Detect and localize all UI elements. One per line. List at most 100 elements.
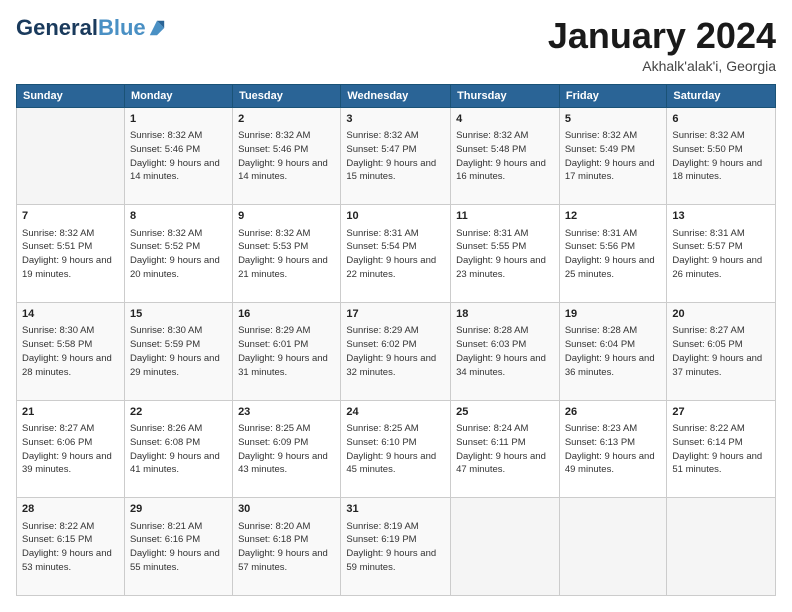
cell-content: Sunrise: 8:32 AMSunset: 5:49 PMDaylight:…	[565, 129, 662, 184]
calendar-cell: 19Sunrise: 8:28 AMSunset: 6:04 PMDayligh…	[559, 302, 667, 400]
day-number: 17	[346, 307, 445, 322]
column-header-saturday: Saturday	[667, 84, 776, 107]
calendar-cell: 31 Sunrise: 8:19 AMSunset: 6:19 PMDayligh…	[341, 498, 451, 596]
calendar-cell: 14Sunrise: 8:30 AMSunset: 5:58 PMDayligh…	[17, 302, 125, 400]
day-number: 12	[565, 209, 662, 224]
cell-content: Sunrise: 8:32 AMSunset: 5:51 PMDaylight:…	[22, 227, 119, 282]
calendar-cell: 18 Sunrise: 8:28 AMSunset: 6:03 PMDayligh…	[451, 302, 560, 400]
calendar-cell: 7Sunrise: 8:32 AMSunset: 5:51 PMDaylight…	[17, 205, 125, 303]
day-number: 31	[346, 502, 445, 517]
day-number: 21	[22, 405, 119, 420]
cell-content: Sunrise: 8:25 AMSunset: 6:10 PMDaylight:…	[346, 422, 445, 477]
cell-content: Sunrise: 8:25 AMSunset: 6:09 PMDaylight:…	[238, 422, 335, 477]
day-number: 20	[672, 307, 770, 322]
cell-content: Sunrise: 8:19 AMSunset: 6:19 PMDaylight:…	[346, 520, 445, 575]
cell-content: Sunrise: 8:28 AMSunset: 6:03 PMDaylight:…	[456, 324, 554, 379]
calendar-cell: 11 Sunrise: 8:31 AMSunset: 5:55 PMDayligh…	[451, 205, 560, 303]
week-row-2: 7Sunrise: 8:32 AMSunset: 5:51 PMDaylight…	[17, 205, 776, 303]
calendar-cell: 2Sunrise: 8:32 AMSunset: 5:46 PMDaylight…	[233, 107, 341, 205]
day-number: 5	[565, 112, 662, 127]
calendar-cell: 17 Sunrise: 8:29 AMSunset: 6:02 PMDayligh…	[341, 302, 451, 400]
cell-content: Sunrise: 8:31 AMSunset: 5:54 PMDaylight:…	[346, 227, 445, 282]
cell-content: Sunrise: 8:29 AMSunset: 6:02 PMDaylight:…	[346, 324, 445, 379]
column-header-monday: Monday	[124, 84, 232, 107]
day-number: 27	[672, 405, 770, 420]
cell-content: Sunrise: 8:28 AMSunset: 6:04 PMDaylight:…	[565, 324, 662, 379]
calendar-table: SundayMondayTuesdayWednesdayThursdayFrid…	[16, 84, 776, 596]
column-header-thursday: Thursday	[451, 84, 560, 107]
calendar-cell: 8Sunrise: 8:32 AMSunset: 5:52 PMDaylight…	[124, 205, 232, 303]
calendar-header-row: SundayMondayTuesdayWednesdayThursdayFrid…	[17, 84, 776, 107]
column-header-friday: Friday	[559, 84, 667, 107]
day-number: 11	[456, 209, 554, 224]
cell-content: Sunrise: 8:32 AMSunset: 5:52 PMDaylight:…	[130, 227, 227, 282]
day-number: 3	[346, 112, 445, 127]
calendar-cell: 16 Sunrise: 8:29 AMSunset: 6:01 PMDayligh…	[233, 302, 341, 400]
calendar-cell: 29Sunrise: 8:21 AMSunset: 6:16 PMDayligh…	[124, 498, 232, 596]
calendar-cell: 12 Sunrise: 8:31 AMSunset: 5:56 PMDayligh…	[559, 205, 667, 303]
cell-content: Sunrise: 8:27 AMSunset: 6:06 PMDaylight:…	[22, 422, 119, 477]
day-number: 18	[456, 307, 554, 322]
day-number: 24	[346, 405, 445, 420]
cell-content: Sunrise: 8:32 AMSunset: 5:48 PMDaylight:…	[456, 129, 554, 184]
cell-content: Sunrise: 8:31 AMSunset: 5:55 PMDaylight:…	[456, 227, 554, 282]
day-number: 4	[456, 112, 554, 127]
column-header-tuesday: Tuesday	[233, 84, 341, 107]
day-number: 13	[672, 209, 770, 224]
cell-content: Sunrise: 8:32 AMSunset: 5:46 PMDaylight:…	[130, 129, 227, 184]
day-number: 23	[238, 405, 335, 420]
cell-content: Sunrise: 8:32 AMSunset: 5:46 PMDaylight:…	[238, 129, 335, 184]
cell-content: Sunrise: 8:29 AMSunset: 6:01 PMDaylight:…	[238, 324, 335, 379]
day-number: 6	[672, 112, 770, 127]
calendar-cell	[17, 107, 125, 205]
cell-content: Sunrise: 8:32 AMSunset: 5:47 PMDaylight:…	[346, 129, 445, 184]
calendar-body: 1 Sunrise: 8:32 AMSunset: 5:46 PMDaylight…	[17, 107, 776, 595]
calendar-cell: 30 Sunrise: 8:20 AMSunset: 6:18 PMDayligh…	[233, 498, 341, 596]
day-number: 10	[346, 209, 445, 224]
day-number: 9	[238, 209, 335, 224]
calendar-cell: 15Sunrise: 8:30 AMSunset: 5:59 PMDayligh…	[124, 302, 232, 400]
day-number: 16	[238, 307, 335, 322]
cell-content: Sunrise: 8:32 AMSunset: 5:53 PMDaylight:…	[238, 227, 335, 282]
calendar-cell: 25Sunrise: 8:24 AMSunset: 6:11 PMDayligh…	[451, 400, 560, 498]
calendar-cell	[667, 498, 776, 596]
calendar-cell: 4 Sunrise: 8:32 AMSunset: 5:48 PMDaylight…	[451, 107, 560, 205]
header: GeneralBlue January 2024 Akhalk'alak'i, …	[16, 16, 776, 74]
week-row-5: 28Sunrise: 8:22 AMSunset: 6:15 PMDayligh…	[17, 498, 776, 596]
month-title: January 2024	[548, 16, 776, 56]
cell-content: Sunrise: 8:27 AMSunset: 6:05 PMDaylight:…	[672, 324, 770, 379]
calendar-cell: 24 Sunrise: 8:25 AMSunset: 6:10 PMDayligh…	[341, 400, 451, 498]
day-number: 30	[238, 502, 335, 517]
calendar-cell: 21 Sunrise: 8:27 AMSunset: 6:06 PMDayligh…	[17, 400, 125, 498]
cell-content: Sunrise: 8:32 AMSunset: 5:50 PMDaylight:…	[672, 129, 770, 184]
calendar-cell	[559, 498, 667, 596]
calendar-cell: 28Sunrise: 8:22 AMSunset: 6:15 PMDayligh…	[17, 498, 125, 596]
calendar-cell: 13 Sunrise: 8:31 AMSunset: 5:57 PMDayligh…	[667, 205, 776, 303]
week-row-3: 14Sunrise: 8:30 AMSunset: 5:58 PMDayligh…	[17, 302, 776, 400]
calendar-cell: 22 Sunrise: 8:26 AMSunset: 6:08 PMDayligh…	[124, 400, 232, 498]
cell-content: Sunrise: 8:31 AMSunset: 5:56 PMDaylight:…	[565, 227, 662, 282]
calendar-cell: 3 Sunrise: 8:32 AMSunset: 5:47 PMDaylight…	[341, 107, 451, 205]
page: GeneralBlue January 2024 Akhalk'alak'i, …	[0, 0, 792, 612]
cell-content: Sunrise: 8:23 AMSunset: 6:13 PMDaylight:…	[565, 422, 662, 477]
day-number: 1	[130, 112, 227, 127]
calendar-cell: 23 Sunrise: 8:25 AMSunset: 6:09 PMDayligh…	[233, 400, 341, 498]
cell-content: Sunrise: 8:20 AMSunset: 6:18 PMDaylight:…	[238, 520, 335, 575]
day-number: 15	[130, 307, 227, 322]
logo: GeneralBlue	[16, 16, 166, 40]
week-row-4: 21 Sunrise: 8:27 AMSunset: 6:06 PMDayligh…	[17, 400, 776, 498]
logo-icon	[148, 19, 166, 37]
cell-content: Sunrise: 8:22 AMSunset: 6:14 PMDaylight:…	[672, 422, 770, 477]
calendar-cell: 27 Sunrise: 8:22 AMSunset: 6:14 PMDayligh…	[667, 400, 776, 498]
day-number: 22	[130, 405, 227, 420]
day-number: 14	[22, 307, 119, 322]
cell-content: Sunrise: 8:31 AMSunset: 5:57 PMDaylight:…	[672, 227, 770, 282]
calendar-cell: 10 Sunrise: 8:31 AMSunset: 5:54 PMDayligh…	[341, 205, 451, 303]
column-header-sunday: Sunday	[17, 84, 125, 107]
cell-content: Sunrise: 8:24 AMSunset: 6:11 PMDaylight:…	[456, 422, 554, 477]
cell-content: Sunrise: 8:26 AMSunset: 6:08 PMDaylight:…	[130, 422, 227, 477]
column-header-wednesday: Wednesday	[341, 84, 451, 107]
cell-content: Sunrise: 8:22 AMSunset: 6:15 PMDaylight:…	[22, 520, 119, 575]
calendar-cell: 6 Sunrise: 8:32 AMSunset: 5:50 PMDaylight…	[667, 107, 776, 205]
day-number: 29	[130, 502, 227, 517]
